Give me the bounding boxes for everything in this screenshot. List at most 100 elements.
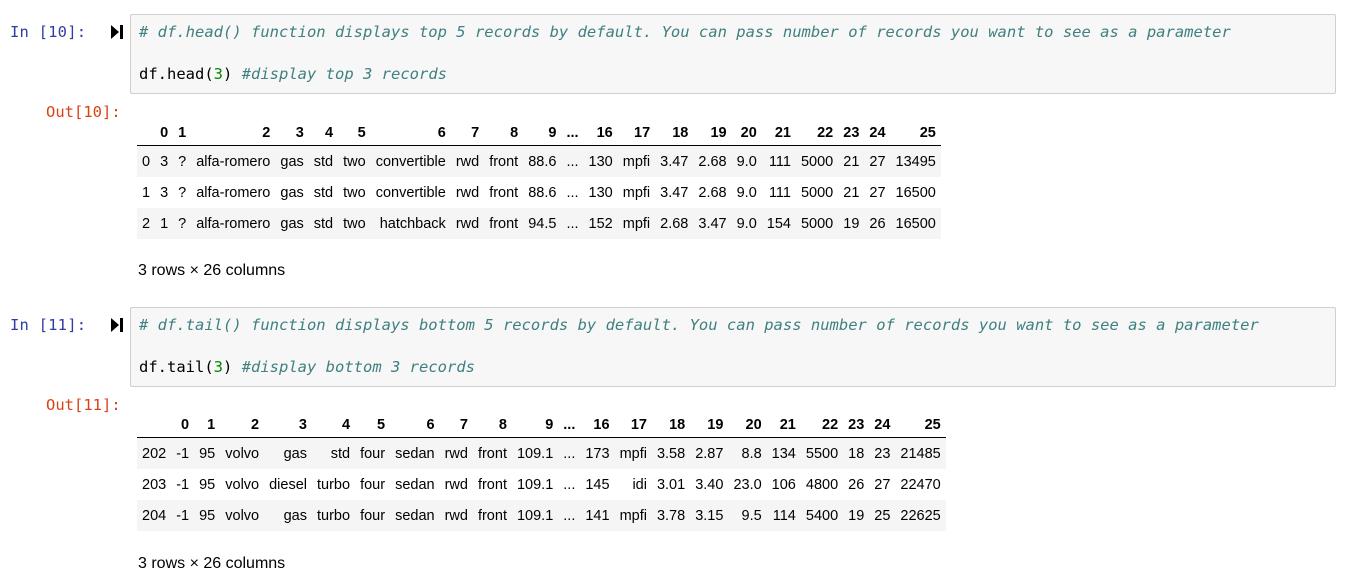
table-row: 1 3? alfa-romero gas std two convertible rwd fro… [137, 177, 941, 208]
column-header: 20 [731, 121, 762, 146]
table-cell: ... [558, 500, 581, 531]
index-header [137, 413, 172, 438]
column-header: 19 [690, 413, 729, 438]
table-cell: 2.68 [655, 208, 694, 239]
code-comment: # df.tail() function displays bottom 5 r… [139, 316, 1259, 334]
table-row: 2 1? alfa-romero gas std two hatchback rwd front… [137, 208, 941, 239]
table-cell: gas [264, 437, 312, 469]
run-cell-icon[interactable] [111, 318, 123, 332]
table-cell: 3.15 [690, 500, 729, 531]
table-cell: ? [173, 208, 192, 239]
index-header [137, 121, 156, 146]
table-cell: 3.47 [693, 208, 732, 239]
code-input[interactable]: # df.tail() function displays bottom 5 r… [130, 307, 1336, 387]
table-cell: ... [563, 476, 576, 493]
table-cell: front [472, 500, 512, 531]
table-cell: sedan [390, 437, 440, 469]
column-header: 5 [355, 413, 391, 438]
column-header: 4 [308, 121, 339, 146]
table-cell: 109.1 [516, 476, 554, 493]
table-cell: mpfi [614, 500, 652, 531]
table-cell: 9.5 [728, 500, 767, 531]
table-cell: 22470 [900, 476, 941, 493]
column-header: 18 [651, 413, 691, 438]
table-cell: 21 [838, 145, 865, 177]
table-row: 204 -1 95 volvo gas turbo four sedan rwd front 109… [137, 500, 946, 531]
table-cell: 9.0 [731, 145, 762, 177]
column-header: 17 [614, 413, 652, 438]
column-header: 16 [583, 121, 618, 146]
row-index: 0 [137, 145, 156, 177]
column-header: 21 [761, 121, 796, 146]
code-arg: 3 [213, 358, 223, 376]
table-cell: 5000 [800, 184, 834, 201]
table-cell: rwd [439, 437, 473, 469]
table-cell: 9.0 [736, 184, 757, 201]
table-cell: 95 [194, 500, 221, 531]
input-prompt: In [10]: [10, 23, 87, 41]
table-cell: 3.01 [656, 476, 686, 493]
column-header: 7 [450, 121, 485, 146]
table-cell: rwd [455, 184, 480, 201]
table-cell: 173 [580, 437, 615, 469]
table-cell: gas [275, 145, 309, 177]
table-cell: 3.47 [660, 184, 689, 201]
column-header: 1 [194, 413, 221, 438]
table-cell: front [472, 437, 512, 469]
table-cell: 130 [583, 145, 618, 177]
table-cell: two [343, 184, 366, 201]
table-cell: turbo [317, 476, 351, 493]
output-prompt: Out[10]: [46, 103, 121, 121]
column-header: 5 [338, 121, 371, 146]
table-cell: 3 [155, 145, 174, 177]
table-cell: ... [566, 184, 579, 201]
code-statement: df.tail(3) #display bottom 3 records [139, 358, 475, 376]
table-cell: 21485 [895, 437, 946, 469]
table-cell: rwd [450, 145, 485, 177]
table-cell: sedan [390, 500, 440, 531]
code-call: df.head( [139, 65, 214, 83]
table-cell: 152 [583, 208, 618, 239]
column-header: 0 [155, 121, 174, 146]
table-cell: 145 [585, 476, 610, 493]
run-cell-icon[interactable] [111, 25, 123, 39]
column-header: 19 [693, 121, 732, 146]
table-cell: ? [173, 145, 192, 177]
table-cell: 111 [768, 184, 791, 201]
table-cell: -1 [171, 500, 195, 531]
table-cell: 2.68 [693, 145, 732, 177]
table-cell: four [355, 437, 391, 469]
table-cell: two [338, 145, 371, 177]
code-input[interactable]: # df.head() function displays top 5 reco… [130, 14, 1336, 94]
table-cell: 2.87 [690, 437, 729, 469]
table-cell: 5000 [795, 208, 839, 239]
column-header: 21 [766, 413, 801, 438]
table-cell: 26 [864, 208, 891, 239]
table-row: 0 3? alfa-romero gas std two convertible rwd fro… [137, 145, 941, 177]
table-cell: 13495 [890, 145, 941, 177]
table-cell: mpfi [614, 437, 652, 469]
column-header: 0 [171, 413, 195, 438]
table-cell: 3.58 [651, 437, 691, 469]
table-cell: gas [264, 500, 312, 531]
table-cell: volvo [225, 476, 260, 493]
column-header: 7 [439, 413, 473, 438]
column-header: 17 [617, 121, 656, 146]
table-cell: 16500 [890, 208, 941, 239]
column-header: 22 [800, 413, 844, 438]
table-cell: std [308, 208, 339, 239]
table-cell: volvo [220, 437, 265, 469]
table-cell: 9.0 [731, 208, 762, 239]
dataframe-table: 0 1 2 3 4 5 6 7 8 9... 16 17 18 19 20 21 22 23 24 25 202 -1 95… [137, 413, 946, 531]
table-cell: diesel [269, 476, 307, 493]
code-arg: 3 [213, 65, 223, 83]
table-cell: 2.68 [698, 184, 727, 201]
row-index: 203 [142, 476, 167, 493]
table-cell: front [477, 476, 507, 493]
table-cell: 3.47 [655, 145, 694, 177]
column-header: 24 [869, 413, 896, 438]
row-index: 1 [142, 184, 151, 201]
column-header: 6 [390, 413, 440, 438]
table-cell: 8.8 [728, 437, 767, 469]
table-cell: 3.40 [695, 476, 724, 493]
